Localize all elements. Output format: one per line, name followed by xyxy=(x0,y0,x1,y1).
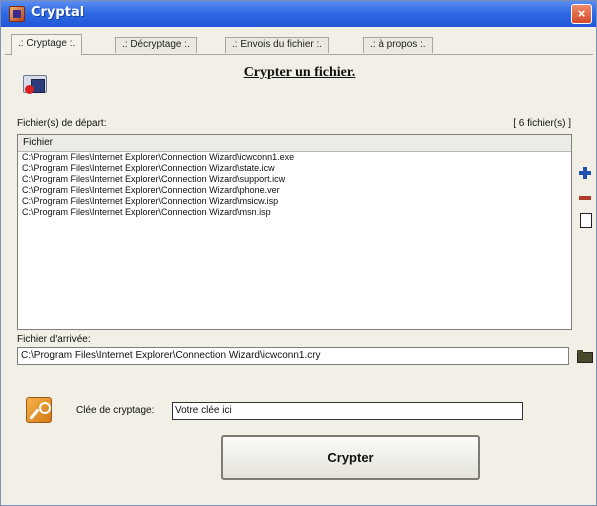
close-button[interactable]: × xyxy=(571,4,592,24)
source-file-list[interactable]: Fichier C:\Program Files\Internet Explor… xyxy=(17,134,572,330)
tab-a-propos[interactable]: .: à propos :. xyxy=(363,37,433,53)
list-item[interactable]: C:\Program Files\Internet Explorer\Conne… xyxy=(18,163,571,174)
remove-file-icon[interactable] xyxy=(578,191,592,205)
key-icon xyxy=(26,397,52,423)
panel-heading: Crypter un fichier. xyxy=(243,65,356,80)
key-label: Clée de cryptage: xyxy=(76,405,155,416)
list-item[interactable]: C:\Program Files\Internet Explorer\Conne… xyxy=(18,152,571,163)
list-item[interactable]: C:\Program Files\Internet Explorer\Conne… xyxy=(18,207,571,218)
key-input[interactable]: Votre clée ici xyxy=(172,402,523,420)
list-column-header[interactable]: Fichier xyxy=(18,135,571,152)
file-count: [ 6 fichier(s) ] xyxy=(513,118,571,129)
tab-cryptage[interactable]: .: Cryptage :. xyxy=(11,34,83,55)
title-bar[interactable]: Cryptal × xyxy=(1,1,596,27)
source-files-label: Fichier(s) de départ: xyxy=(17,118,107,129)
list-item[interactable]: C:\Program Files\Internet Explorer\Conne… xyxy=(18,174,571,185)
tab-divider xyxy=(5,54,593,55)
tab-bar: .: Cryptage :. .: Décryptage :. .: Envoi… xyxy=(5,31,593,55)
list-item[interactable]: C:\Program Files\Internet Explorer\Conne… xyxy=(18,185,571,196)
dest-file-field[interactable]: C:\Program Files\Internet Explorer\Conne… xyxy=(17,347,569,365)
browse-folder-icon[interactable] xyxy=(577,350,593,363)
dest-file-label: Fichier d'arrivée: xyxy=(17,334,91,345)
window-title: Cryptal xyxy=(31,5,85,20)
list-item[interactable]: C:\Program Files\Internet Explorer\Conne… xyxy=(18,196,571,207)
crypt-button[interactable]: Crypter xyxy=(221,435,480,480)
tab-decryptage[interactable]: .: Décryptage :. xyxy=(115,37,197,53)
add-file-icon[interactable] xyxy=(578,166,592,180)
main-window: Cryptal × .: Cryptage :. .: Décryptage :… xyxy=(0,0,597,506)
tab-envois-fichier[interactable]: .: Envois du fichier :. xyxy=(225,37,330,53)
new-document-icon[interactable] xyxy=(578,213,592,228)
app-icon xyxy=(9,6,25,22)
